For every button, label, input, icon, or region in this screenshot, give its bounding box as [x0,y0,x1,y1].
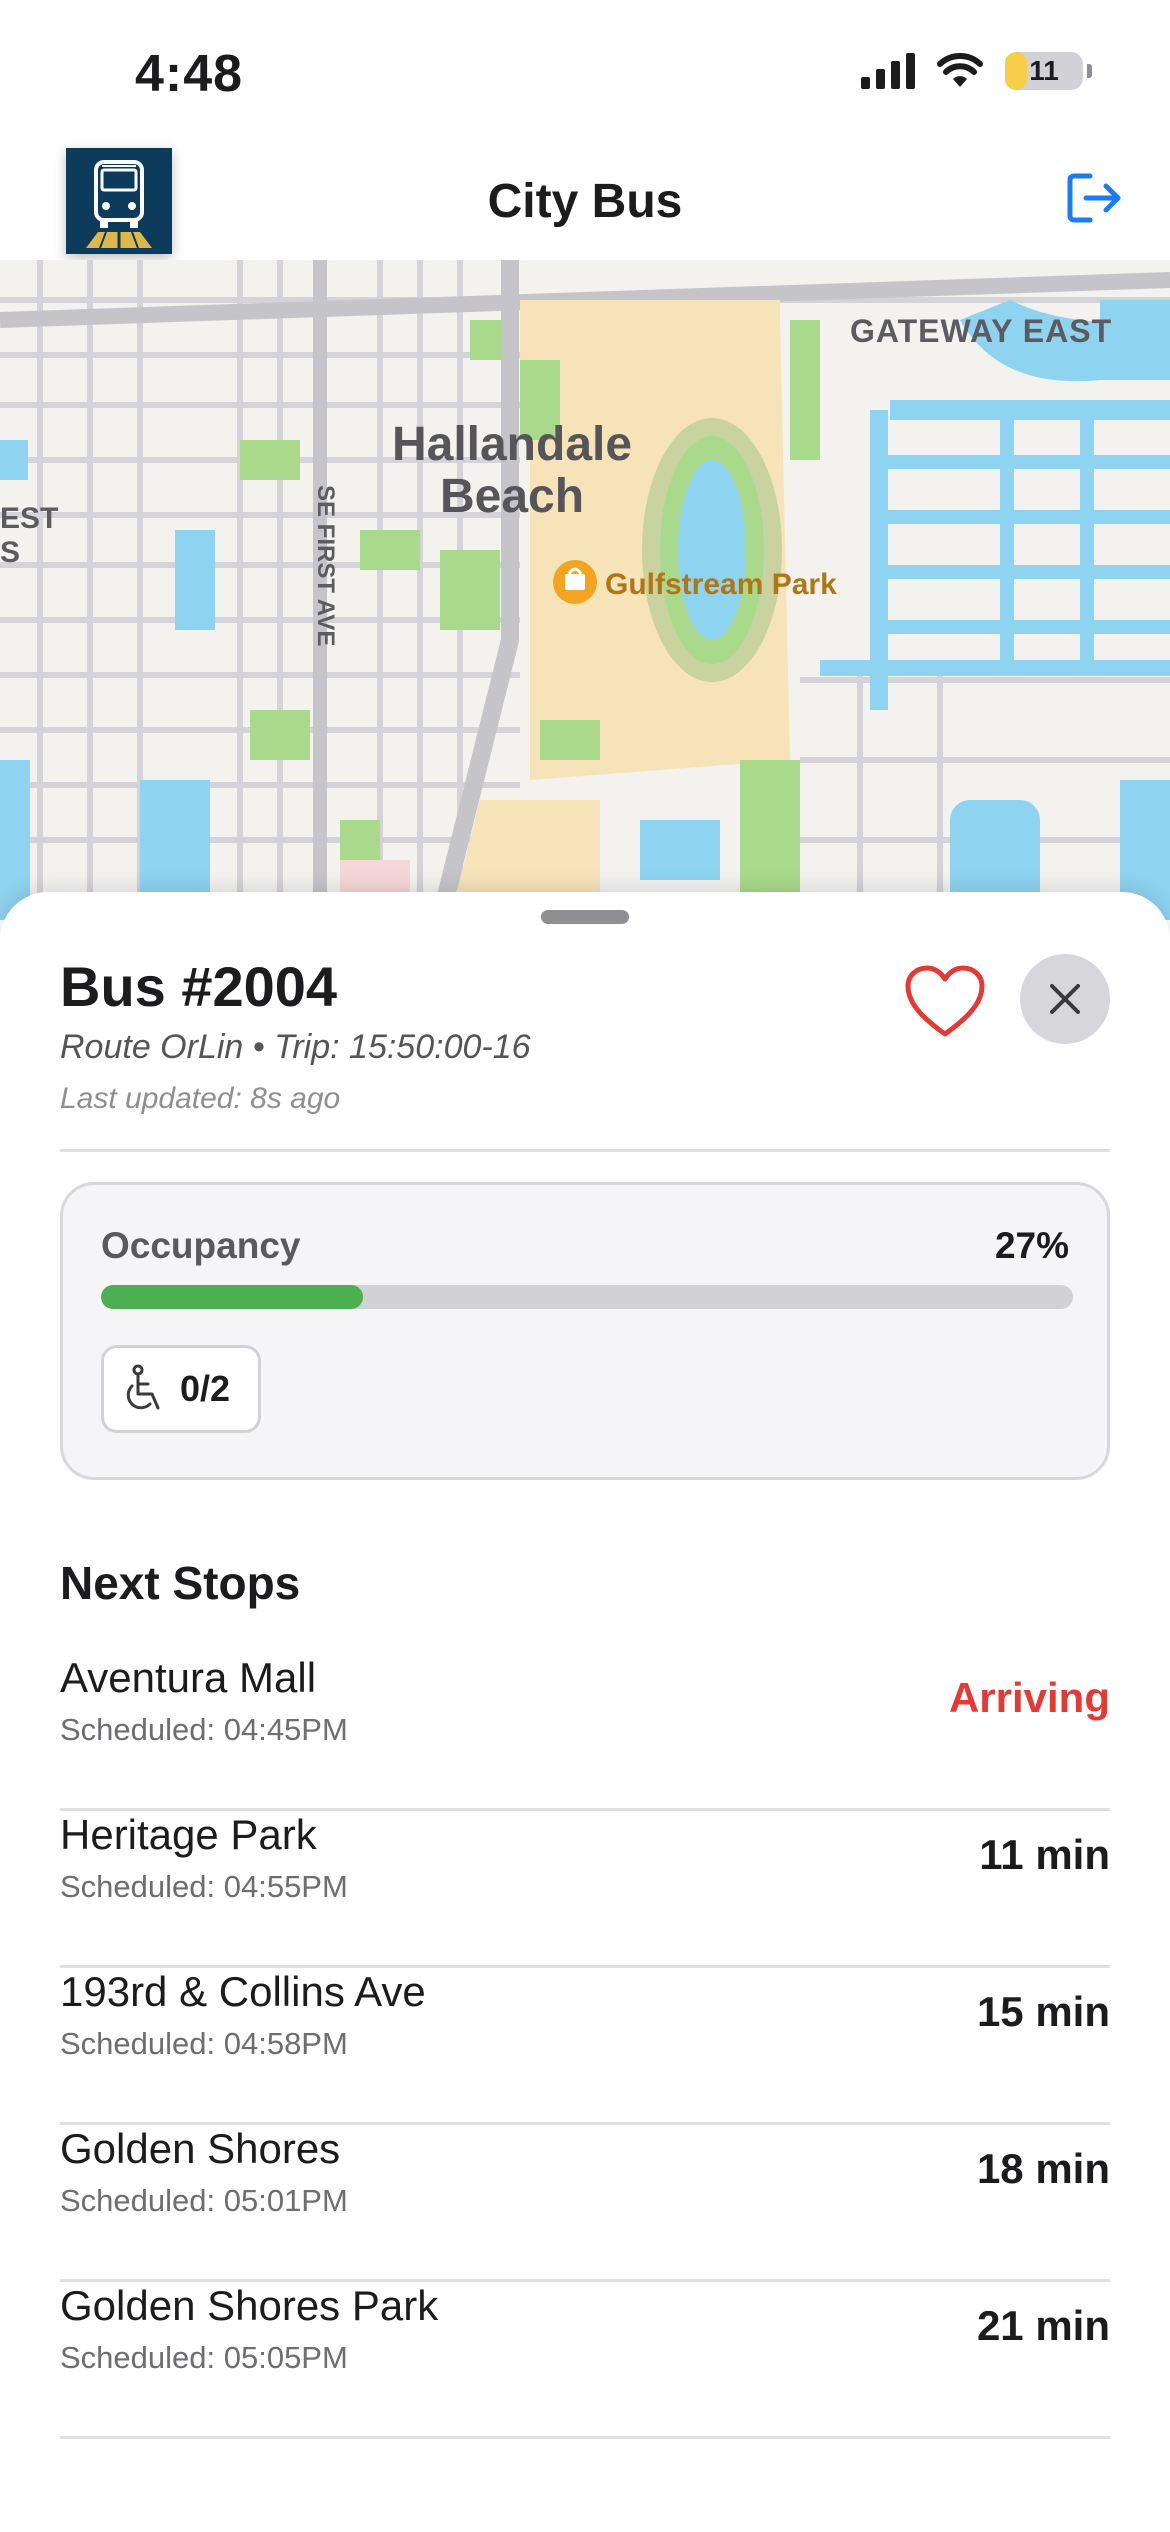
stop-eta: 15 min [976,1988,1110,2035]
stop-scheduled-time: Scheduled: 04:58PM [60,2026,348,2061]
next-stops-list: Aventura Mall Scheduled: 04:45PM Arrivin… [60,1654,1110,2439]
battery-icon: 11 [1005,52,1083,90]
stop-eta: Arriving [948,1674,1110,1721]
stop-scheduled-time: Scheduled: 05:01PM [60,2183,348,2218]
last-updated: Last updated: 8s ago [60,1082,341,1115]
battery-level: 11 [1029,55,1059,86]
wheelchair-capacity: 0/2 [180,1368,231,1409]
bus-detail-sheet: Bus #2004 Route OrLin • Trip: 15:50:00-1… [0,892,1170,2532]
map-label-gateway: GATEWAY EAST [850,313,1112,349]
stop-row[interactable]: Heritage Park Scheduled: 04:55PM 11 min [60,1811,1110,1968]
occupancy-label: Occupancy [101,1225,301,1266]
page-title: City Bus [487,175,683,228]
stop-scheduled-time: Scheduled: 04:55PM [60,1869,348,1904]
stop-name: Aventura Mall [60,1654,317,1701]
stop-name: Golden Shores Park [60,2282,439,2329]
status-icons: 11 [861,52,1092,90]
cellular-signal-icon [861,53,915,89]
occupancy-bar-fill [101,1285,364,1309]
favorite-button[interactable] [904,964,986,1040]
stop-name: Heritage Park [60,1811,317,1858]
map-label-street: SE FIRST AVE [312,485,339,646]
occupancy-value: 27% [994,1225,1069,1266]
status-time: 4:48 [135,45,244,103]
sheet-grabber[interactable] [541,910,629,924]
status-bar: 4:48 11 [0,0,1170,140]
route-trip-info: Route OrLin • Trip: 15:50:00-16 [60,1028,531,1066]
occupancy-card: Occupancy 27% 0/2 [60,1182,1110,1480]
divider [60,1149,1110,1152]
map-label-neighborhood-2: Beach [440,470,584,523]
map-label-neighborhood: Hallandale [392,418,632,471]
next-stops-title: Next Stops [60,1557,301,1609]
stop-scheduled-time: Scheduled: 05:05PM [60,2340,348,2375]
map-poi-label: Gulfstream Park [605,568,837,601]
stop-name: Golden Shores [60,2125,341,2172]
map-label-west-partial: EST [0,502,58,535]
wifi-icon [937,53,983,87]
heart-icon [905,965,985,1037]
close-button[interactable] [1020,954,1110,1044]
close-icon [1050,984,1080,1014]
stop-row[interactable]: 193rd & Collins Ave Scheduled: 04:58PM 1… [60,1968,1110,2125]
stop-row[interactable]: Golden Shores Park Scheduled: 05:05PM 21… [60,2282,1110,2439]
map-view[interactable]: GATEWAY EAST Hallandale Beach SE FIRST A… [0,260,1170,920]
logout-icon [1067,173,1121,223]
nav-bar: City Bus [0,140,1170,260]
stop-eta: 18 min [976,2145,1110,2192]
wheelchair-icon [126,1364,160,1410]
stop-row[interactable]: Aventura Mall Scheduled: 04:45PM Arrivin… [60,1654,1110,1811]
logout-button[interactable] [1064,170,1126,226]
stop-eta: 11 min [979,1831,1110,1878]
bus-title: Bus #2004 [60,955,338,1018]
stop-name: 193rd & Collins Ave [60,1968,426,2015]
wheelchair-capacity-badge: 0/2 [101,1345,261,1433]
stop-eta: 21 min [976,2302,1110,2349]
stop-row[interactable]: Golden Shores Scheduled: 05:01PM 18 min [60,2125,1110,2282]
occupancy-bar [101,1285,1073,1309]
map-label-west-partial-2: S [0,536,20,569]
stop-scheduled-time: Scheduled: 04:45PM [60,1712,348,1747]
